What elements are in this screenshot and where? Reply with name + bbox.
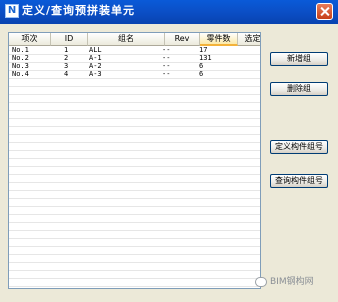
grid-line (9, 174, 260, 175)
cell-item: No.2 (12, 54, 29, 62)
grid-line (9, 102, 260, 103)
grid-line (9, 150, 260, 151)
grid-line (9, 62, 260, 63)
grid-line (9, 198, 260, 199)
grid-line (9, 286, 260, 287)
cell-parts: 131 (199, 54, 212, 62)
table-row[interactable]: No.1 1 ALL -- 17 (9, 46, 260, 54)
column-header-part-count[interactable]: 零件数 (200, 33, 238, 46)
grid-line (9, 78, 260, 79)
grid-line (9, 166, 260, 167)
grid-line (9, 182, 260, 183)
column-header-group-name[interactable]: 组名 (88, 33, 165, 46)
column-header-rev[interactable]: Rev (165, 33, 200, 46)
grid-line (9, 142, 260, 143)
cell-group: ALL (89, 46, 102, 54)
grid-line (9, 246, 260, 247)
watermark-text: BIM钢构网 (270, 277, 314, 287)
close-button[interactable] (316, 3, 333, 20)
dialog-window: N 定义/查询预拼装单元 项次 ID 组名 Rev 零件数 选定 No.1 1 … (0, 0, 338, 302)
delete-group-button[interactable]: 删除组 (270, 82, 328, 96)
cell-parts: 6 (199, 70, 204, 78)
cell-rev: -- (162, 46, 171, 54)
grid-line (9, 190, 260, 191)
window-title: 定义/查询预拼装单元 (22, 4, 136, 17)
define-member-group-button[interactable]: 定义构件组号 (270, 140, 328, 154)
grid-line (9, 214, 260, 215)
cell-group: A-2 (89, 62, 102, 70)
grid-line (9, 126, 260, 127)
table-row[interactable]: No.4 4 A-3 -- 6 (9, 70, 260, 78)
grid-line (9, 86, 260, 87)
cell-rev: -- (162, 62, 171, 70)
grid-line (9, 70, 260, 71)
cell-rev: -- (162, 54, 171, 62)
cell-item: No.4 (12, 70, 29, 78)
grid-line (9, 94, 260, 95)
grid-line (9, 158, 260, 159)
column-header-selected[interactable]: 选定 (238, 33, 260, 46)
cell-id: 4 (64, 70, 69, 78)
grid-line (9, 262, 260, 263)
app-icon: N (5, 4, 19, 18)
cell-parts: 17 (199, 46, 208, 54)
grid-line (9, 206, 260, 207)
grid-line (9, 134, 260, 135)
grid-line (9, 238, 260, 239)
table-row[interactable]: No.2 2 A-1 -- 131 (9, 54, 260, 62)
grid-line (9, 54, 260, 55)
column-header-item[interactable]: 项次 (9, 33, 51, 46)
cell-item: No.3 (12, 62, 29, 70)
add-group-button[interactable]: 新增组 (270, 52, 328, 66)
grid-line (9, 222, 260, 223)
grid-line (9, 230, 260, 231)
table-row[interactable]: No.3 3 A-2 -- 6 (9, 62, 260, 70)
cell-item: No.1 (12, 46, 29, 54)
grid-line (9, 278, 260, 279)
cell-group: A-3 (89, 70, 102, 78)
grid-line (9, 254, 260, 255)
cell-id: 2 (64, 54, 69, 62)
query-member-group-button[interactable]: 查询构件组号 (270, 174, 328, 188)
title-bar[interactable]: N 定义/查询预拼装单元 (0, 0, 338, 24)
grid-line (9, 110, 260, 111)
group-table[interactable]: 项次 ID 组名 Rev 零件数 选定 No.1 1 ALL -- 17 No.… (8, 32, 261, 289)
cell-id: 1 (64, 46, 69, 54)
column-header-id[interactable]: ID (51, 33, 88, 46)
grid-line (9, 270, 260, 271)
cell-group: A-1 (89, 54, 102, 62)
cell-rev: -- (162, 70, 171, 78)
cell-parts: 6 (199, 62, 204, 70)
grid-line (9, 118, 260, 119)
cell-id: 3 (64, 62, 69, 70)
chat-icon (255, 277, 267, 287)
